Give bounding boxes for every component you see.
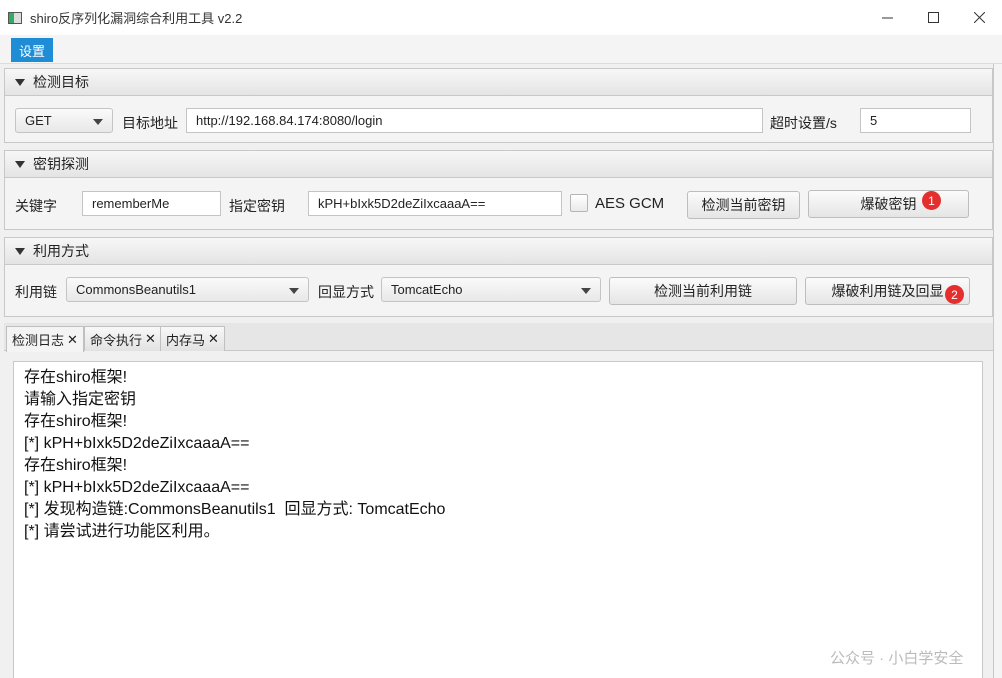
log-line: 存在shiro框架! bbox=[24, 369, 128, 386]
tab-label: 检测日志 bbox=[12, 333, 65, 348]
close-icon[interactable]: ✕ bbox=[67, 332, 78, 348]
tab-bar: 检测日志 ✕ 命令执行 ✕ 内存马 ✕ bbox=[4, 323, 1002, 352]
close-icon[interactable]: ✕ bbox=[145, 331, 156, 347]
log-line: [*] 发现构造链:CommonsBeanutils1 回显方式: Tomcat… bbox=[24, 501, 446, 518]
http-method-select[interactable]: GET bbox=[15, 108, 113, 133]
url-label: 目标地址 bbox=[122, 115, 178, 131]
log-line: [*] kPH+bIxk5D2deZiIxcaaaA== bbox=[24, 479, 250, 496]
exploit-section: 利用方式 利用链 CommonsBeanutils1 回显方式 TomcatEc… bbox=[4, 237, 993, 317]
url-input[interactable]: http://192.168.84.174:8080/login bbox=[186, 108, 763, 133]
close-button[interactable] bbox=[956, 0, 1002, 35]
chain-value: CommonsBeanutils1 bbox=[76, 282, 196, 297]
aes-gcm-label: AES GCM bbox=[595, 195, 665, 212]
maximize-icon bbox=[927, 12, 939, 23]
tab-detect-log[interactable]: 检测日志 ✕ bbox=[6, 326, 84, 352]
exploit-section-title: 利用方式 bbox=[33, 243, 89, 259]
key-section-header[interactable]: 密钥探测 bbox=[5, 151, 992, 178]
log-line: [*] kPH+bIxk5D2deZiIxcaaaA== bbox=[24, 435, 250, 452]
collapse-triangle-icon bbox=[15, 160, 25, 168]
target-section-title: 检测目标 bbox=[33, 74, 89, 90]
close-icon[interactable]: ✕ bbox=[208, 331, 219, 347]
watermark: 公众号 · 小白学安全 bbox=[830, 650, 964, 667]
aes-gcm-checkbox[interactable] bbox=[570, 194, 588, 212]
exploit-section-header[interactable]: 利用方式 bbox=[5, 238, 992, 265]
app-icon bbox=[8, 11, 22, 24]
brute-key-button[interactable]: 爆破密钥 bbox=[808, 190, 969, 218]
echo-value: TomcatEcho bbox=[391, 282, 463, 297]
log-line: 存在shiro框架! bbox=[24, 413, 128, 430]
key-section-title: 密钥探测 bbox=[33, 156, 89, 172]
menu-bar: 设置 bbox=[0, 35, 1002, 64]
log-line: [*] 请尝试进行功能区利用。 bbox=[24, 523, 220, 540]
key-label: 指定密钥 bbox=[229, 198, 285, 214]
title-bar: shiro反序列化漏洞综合利用工具 v2.2 bbox=[0, 0, 1002, 35]
minimize-button[interactable] bbox=[864, 0, 910, 35]
window-controls bbox=[864, 0, 1002, 35]
step-badge: 2 bbox=[945, 285, 964, 304]
collapse-triangle-icon bbox=[15, 78, 25, 86]
log-line: 存在shiro框架! bbox=[24, 457, 128, 474]
target-section-header[interactable]: 检测目标 bbox=[5, 69, 992, 96]
log-line: 请输入指定密钥 bbox=[24, 391, 137, 408]
maximize-button[interactable] bbox=[910, 0, 956, 35]
echo-select[interactable]: TomcatEcho bbox=[381, 277, 601, 302]
close-icon bbox=[973, 12, 985, 23]
step-badge: 1 bbox=[922, 191, 941, 210]
log-output[interactable]: 存在shiro框架! 请输入指定密钥 存在shiro框架! [*] kPH+bI… bbox=[13, 361, 983, 678]
collapse-triangle-icon bbox=[15, 247, 25, 255]
keyword-input[interactable]: rememberMe bbox=[82, 191, 221, 216]
key-section: 密钥探测 关键字 rememberMe 指定密钥 kPH+bIxk5D2deZi… bbox=[4, 150, 993, 230]
minimize-icon bbox=[881, 17, 893, 19]
echo-label: 回显方式 bbox=[318, 284, 374, 300]
tab-memory-shell[interactable]: 内存马 ✕ bbox=[160, 326, 225, 351]
detect-chain-button[interactable]: 检测当前利用链 bbox=[609, 277, 797, 305]
key-input[interactable]: kPH+bIxk5D2deZiIxcaaaA== bbox=[308, 191, 562, 216]
target-section: 检测目标 GET 目标地址 http://192.168.84.174:8080… bbox=[4, 68, 993, 143]
window-edge bbox=[993, 64, 1002, 678]
chevron-down-icon bbox=[93, 119, 103, 125]
chevron-down-icon bbox=[289, 288, 299, 294]
window-title: shiro反序列化漏洞综合利用工具 v2.2 bbox=[30, 11, 243, 26]
keyword-label: 关键字 bbox=[15, 198, 57, 214]
tab-command-exec[interactable]: 命令执行 ✕ bbox=[84, 326, 162, 351]
chain-select[interactable]: CommonsBeanutils1 bbox=[66, 277, 309, 302]
tab-label: 内存马 bbox=[166, 332, 206, 348]
http-method-value: GET bbox=[25, 113, 52, 128]
timeout-label: 超时设置/s bbox=[770, 115, 837, 131]
chevron-down-icon bbox=[581, 288, 591, 294]
tab-label: 命令执行 bbox=[90, 332, 143, 348]
timeout-input[interactable]: 5 bbox=[860, 108, 971, 133]
chain-label: 利用链 bbox=[15, 284, 57, 300]
detect-key-button[interactable]: 检测当前密钥 bbox=[687, 191, 800, 219]
menu-settings[interactable]: 设置 bbox=[11, 38, 54, 62]
